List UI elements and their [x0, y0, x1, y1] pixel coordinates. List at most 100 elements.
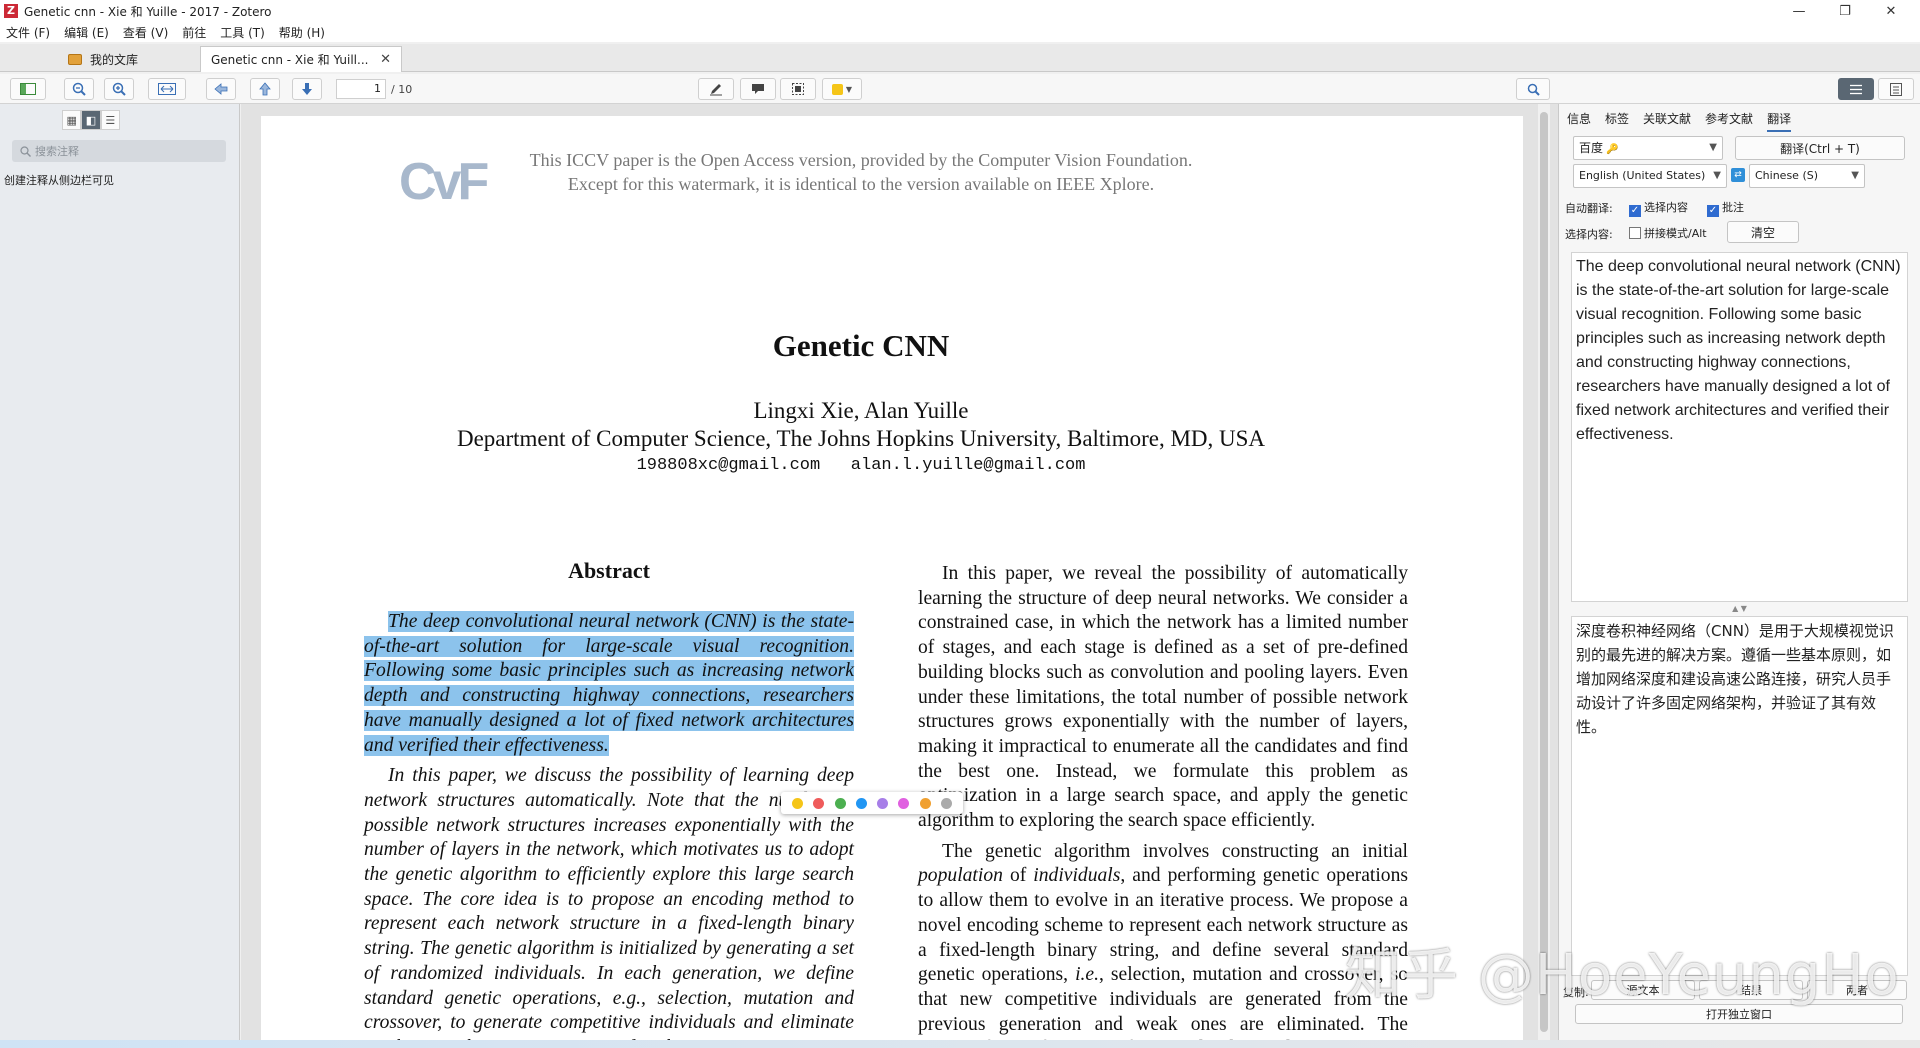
color-swatch-1[interactable] — [813, 797, 825, 809]
cvf-watermark-line2: Except for this watermark, it is identic… — [567, 174, 1155, 194]
color-swatch-2[interactable] — [834, 797, 846, 809]
chevron-down-icon: ▼ — [1709, 142, 1717, 153]
abstract-column[interactable]: The deep convolutional neural network (C… — [364, 610, 854, 1040]
page-number-input[interactable]: 1 — [336, 79, 386, 99]
fit-width-button[interactable] — [148, 78, 186, 100]
color-swatch-0[interactable] — [792, 797, 804, 809]
color-picker-button[interactable]: ▼ — [822, 78, 862, 100]
menu-file[interactable]: 文件 (F) — [6, 24, 50, 41]
pen-icon — [710, 84, 722, 96]
tab-library[interactable]: 我的文库 — [58, 46, 198, 72]
page-total: / 10 — [391, 83, 413, 96]
intro-p2-text-b: of — [1002, 865, 1034, 887]
context-pane: 信息 标签 关联文献 参考文献 翻译 百度 🔑 ▼ 翻译(Ctrl + T) E… — [1558, 104, 1920, 1040]
annotation-search-input[interactable]: 搜索注释 — [12, 140, 226, 162]
zotero-logo-icon: Z — [4, 4, 18, 18]
zoom-out-button[interactable] — [64, 78, 94, 100]
intro-column[interactable]: In this paper, we reveal the possibility… — [918, 562, 1408, 1040]
menu-help[interactable]: 帮助 (H) — [279, 24, 325, 41]
bottom-status-strip — [0, 1040, 1920, 1048]
source-text-area[interactable]: The deep convolutional neural network (C… — [1571, 252, 1908, 602]
highlight-color-popup — [781, 792, 963, 814]
target-lang-value: Chinese (S) — [1755, 169, 1819, 182]
outline-view-button[interactable]: ☰ — [100, 110, 120, 130]
toggle-context-pane-button[interactable] — [1838, 78, 1874, 100]
cvf-watermark-line1: This ICCV paper is the Open Access versi… — [529, 150, 1193, 170]
color-swatch-4[interactable] — [877, 797, 889, 809]
intro-paragraph-1[interactable]: In this paper, we reveal the possibility… — [918, 562, 1408, 834]
thumbnails-view-button[interactable]: ▦ — [62, 110, 82, 130]
menu-edit[interactable]: 编辑 (E) — [64, 24, 109, 41]
option-selection-label: 选择内容 — [1644, 201, 1688, 214]
pdf-scrollbar[interactable] — [1538, 104, 1550, 1040]
tab-pdf-label: Genetic cnn - Xie 和 Yuill... — [211, 53, 369, 67]
translate-button[interactable]: 翻译(Ctrl + T) — [1735, 136, 1905, 160]
annotations-view-button[interactable]: ◧ — [81, 110, 101, 130]
close-tab-icon[interactable]: ✕ — [380, 52, 391, 67]
toggle-sidebar-button[interactable] — [10, 78, 46, 100]
pdf-viewer[interactable]: CvF This ICCV paper is the Open Access v… — [241, 104, 1558, 1040]
auto-translate-selection-checkbox[interactable]: ✓ 选择内容 — [1629, 199, 1688, 217]
next-page-button[interactable] — [292, 78, 322, 100]
chevron-down-icon: ▼ — [845, 84, 853, 94]
option-annotation-label: 批注 — [1722, 201, 1744, 214]
notes-pane-button[interactable] — [1878, 78, 1914, 100]
area-select-icon — [792, 83, 804, 95]
clear-button[interactable]: 清空 — [1727, 221, 1799, 243]
sidebar-hint-text: 创建注释从侧边栏可见 — [4, 174, 114, 187]
source-language-select[interactable]: English (United States) ▼ — [1573, 164, 1727, 188]
swap-languages-icon[interactable]: ⇄ — [1731, 168, 1745, 182]
menu-tools[interactable]: 工具 (T) — [220, 24, 265, 41]
tab-info[interactable]: 信息 — [1567, 110, 1591, 132]
tab-bar: 我的文库 Genetic cnn - Xie 和 Yuill... ✕ — [0, 44, 1920, 72]
pdf-page[interactable]: CvF This ICCV paper is the Open Access v… — [261, 116, 1523, 1040]
arrow-down-icon — [302, 83, 312, 95]
auto-translate-annotation-checkbox[interactable]: ✓ 批注 — [1707, 199, 1744, 217]
tab-pdf-reader[interactable]: Genetic cnn - Xie 和 Yuill... ✕ — [200, 46, 402, 72]
back-button[interactable] — [206, 78, 236, 100]
selection-label: 选择内容: — [1565, 228, 1613, 241]
checkbox-checked-icon: ✓ — [1707, 205, 1719, 217]
pane-splitter[interactable]: ▲ ▼ — [1571, 604, 1908, 613]
color-swatch-3[interactable] — [855, 797, 867, 809]
chevron-down-icon: ▼ — [1851, 170, 1859, 181]
minimize-button[interactable]: — — [1776, 0, 1822, 22]
arrow-left-icon — [214, 83, 228, 95]
list-icon — [1850, 84, 1862, 94]
close-window-button[interactable]: ✕ — [1868, 0, 1914, 22]
document-icon — [1890, 82, 1902, 96]
option-concat-label: 拼接模式/Alt — [1644, 227, 1707, 240]
abstract-heading: Abstract — [568, 558, 650, 583]
checkbox-checked-icon: ✓ — [1629, 205, 1641, 217]
checkbox-unchecked-icon — [1629, 227, 1641, 239]
arrow-up-icon — [259, 82, 271, 96]
highlight-tool-button[interactable] — [698, 78, 734, 100]
library-icon — [68, 53, 82, 65]
zoom-in-button[interactable] — [104, 78, 134, 100]
concat-mode-checkbox[interactable]: 拼接模式/Alt — [1629, 225, 1707, 241]
target-language-select[interactable]: Chinese (S) ▼ — [1749, 164, 1865, 188]
intro-paragraph-2[interactable]: The genetic algorithm involves construct… — [918, 840, 1408, 1040]
highlighted-selection[interactable]: The deep convolutional neural network (C… — [364, 611, 854, 756]
menu-go[interactable]: 前往 — [182, 24, 206, 41]
tab-related[interactable]: 关联文献 — [1643, 110, 1691, 132]
previous-page-button[interactable] — [250, 78, 280, 100]
find-button[interactable] — [1516, 78, 1550, 100]
color-swatch-7[interactable] — [940, 797, 952, 809]
note-tool-button[interactable] — [740, 78, 776, 100]
search-icon — [1527, 83, 1540, 96]
tab-references[interactable]: 参考文献 — [1705, 110, 1753, 132]
menu-bar: 文件 (F) 编辑 (E) 查看 (V) 前往 工具 (T) 帮助 (H) — [0, 22, 1920, 42]
pdf-scrollbar-thumb[interactable] — [1540, 112, 1548, 1032]
area-tool-button[interactable] — [780, 78, 816, 100]
translation-result-area[interactable]: 深度卷积神经网络（CNN）是用于大规模视觉识别的最先进的解决方案。遵循一些基本原… — [1571, 616, 1908, 976]
menu-view[interactable]: 查看 (V) — [123, 24, 168, 41]
tab-translate[interactable]: 翻译 — [1767, 110, 1792, 132]
color-swatch-6[interactable] — [919, 797, 931, 809]
fit-width-icon — [158, 83, 176, 95]
intro-p2-em-ie: i.e. — [1075, 964, 1100, 986]
maximize-button[interactable]: ❐ — [1822, 0, 1868, 22]
color-swatch-5[interactable] — [898, 797, 910, 809]
translate-engine-select[interactable]: 百度 🔑 ▼ — [1573, 136, 1723, 160]
tab-tags[interactable]: 标签 — [1605, 110, 1629, 132]
